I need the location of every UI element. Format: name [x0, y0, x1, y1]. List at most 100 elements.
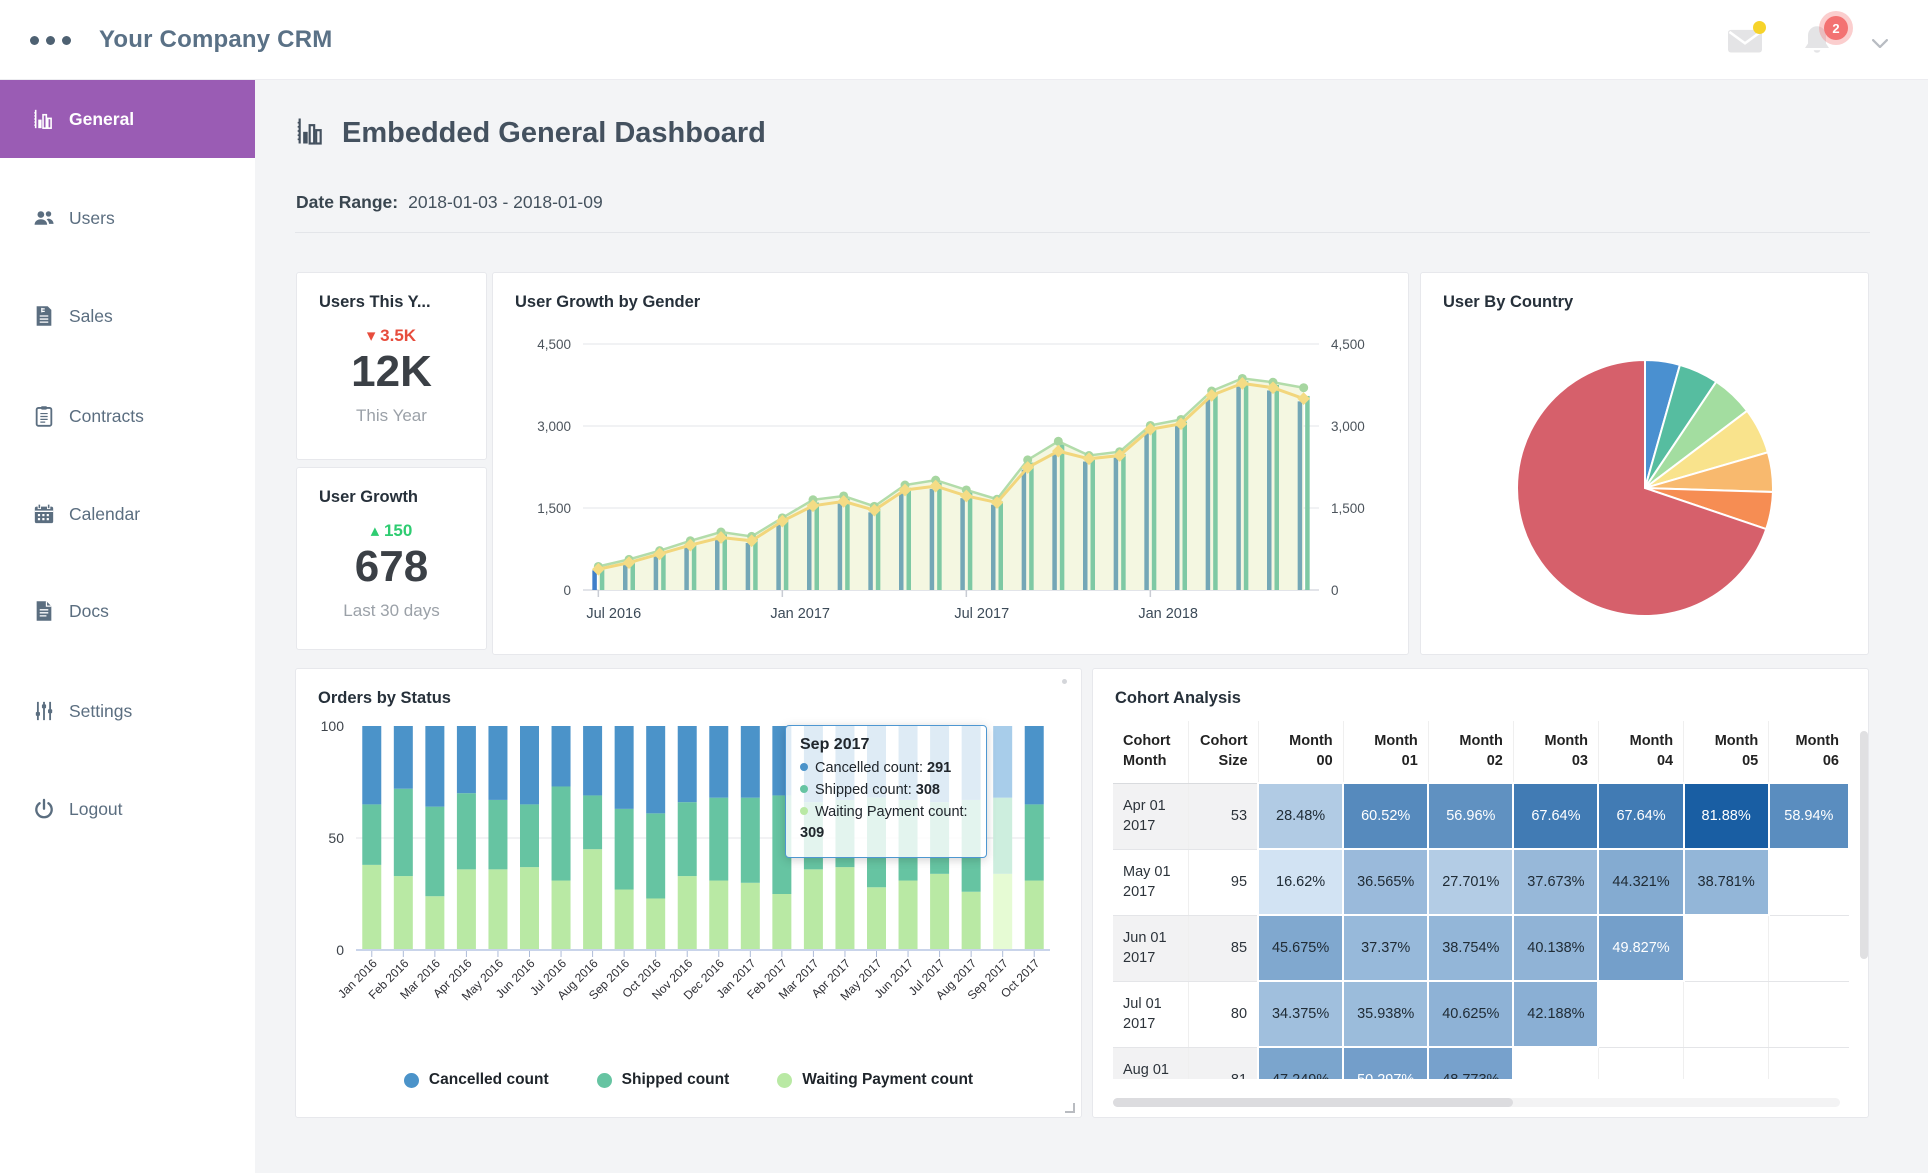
stat-caption: This Year [297, 406, 486, 426]
user-by-country-pie-chart[interactable] [1430, 316, 1860, 646]
cohort-value-cell: 45.675% [1258, 915, 1343, 981]
legend-item-cancelled-count[interactable]: Cancelled count [404, 1071, 549, 1089]
svg-text:4,500: 4,500 [1331, 337, 1365, 352]
cohort-row: Aug 01 20178147.249%50.297%48.773% [1113, 1047, 1849, 1079]
cohort-column-header: Month 04 [1598, 721, 1683, 783]
cohort-value-cell: 50.297% [1343, 1047, 1428, 1079]
cohort-value-cell [1684, 981, 1769, 1047]
cohort-value-cell [1769, 849, 1849, 915]
user-by-country-card: User By Country [1420, 272, 1869, 655]
cohort-value-cell: 58.94% [1769, 783, 1849, 849]
cohort-row: Apr 01 20175328.48%60.52%56.96%67.64%67.… [1113, 783, 1849, 849]
settings-icon [33, 700, 55, 722]
date-range-label: Date Range: [296, 192, 398, 212]
tooltip-title: Sep 2017 [800, 736, 972, 754]
cohort-month-cell: Jun 01 2017 [1113, 915, 1188, 981]
vertical-scrollbar[interactable] [1860, 713, 1868, 1079]
svg-text:50: 50 [328, 830, 344, 846]
cohort-size-cell: 85 [1188, 915, 1258, 981]
cohort-size-cell: 81 [1188, 1047, 1258, 1079]
legend-item-waiting-payment-count[interactable]: Waiting Payment count [777, 1071, 973, 1089]
cohort-table: Cohort MonthCohort SizeMonth 00Month 01M… [1113, 721, 1850, 1079]
contracts-icon [33, 405, 55, 427]
cohort-column-header: Month 05 [1684, 721, 1769, 783]
chart-title: Cohort Analysis [1093, 669, 1868, 708]
cohort-month-cell: Aug 01 2017 [1113, 1047, 1188, 1079]
cohort-analysis-card: Cohort Analysis Cohort MonthCohort SizeM… [1092, 668, 1869, 1118]
orders-by-status-card: Orders by Status 100500Jan 2016Feb 2016M… [295, 668, 1082, 1118]
cohort-value-cell [1684, 915, 1769, 981]
user-menu-chevron-icon[interactable] [1872, 35, 1888, 45]
date-range: Date Range: 2018-01-03 - 2018-01-09 [296, 192, 603, 213]
app-header: Your Company CRM 2 [0, 0, 1928, 80]
svg-text:Jan 2017: Jan 2017 [770, 606, 830, 622]
sidebar-item-logout[interactable]: Logout [0, 786, 255, 832]
stat-card-user-growth: User Growth ▴ 150 678 Last 30 days [296, 467, 487, 650]
notification-count-badge: 2 [1824, 16, 1848, 40]
cohort-size-cell: 95 [1188, 849, 1258, 915]
tooltip-item: Shipped count: 308 [800, 780, 972, 802]
cohort-column-header: Month 00 [1258, 721, 1343, 783]
cohort-value-cell: 49.827% [1598, 915, 1683, 981]
cohort-value-cell: 38.754% [1428, 915, 1513, 981]
sidebar-item-label: Users [69, 208, 115, 229]
bar-chart-icon [33, 108, 55, 130]
cohort-value-cell [1769, 915, 1849, 981]
resize-handle[interactable] [1065, 1103, 1075, 1113]
cohort-column-header: Month 06 [1769, 721, 1849, 783]
sales-icon [33, 305, 55, 327]
sidebar: General Users Sales Contracts Calendar Docs Se… [0, 80, 255, 1173]
mail-icon[interactable] [1728, 27, 1762, 53]
svg-text:3,000: 3,000 [537, 419, 571, 434]
sidebar-item-general[interactable]: General [0, 80, 255, 158]
cohort-column-header: Month 02 [1428, 721, 1513, 783]
sidebar-item-calendar[interactable]: Calendar [0, 491, 255, 537]
cohort-table-container: Cohort MonthCohort SizeMonth 00Month 01M… [1113, 721, 1850, 1079]
cohort-column-header: Cohort Month [1113, 721, 1188, 783]
cohort-value-cell: 81.88% [1684, 783, 1769, 849]
sidebar-item-label: General [69, 109, 134, 130]
cohort-value-cell: 35.938% [1343, 981, 1428, 1047]
main-content: Embedded General Dashboard Date Range: 20… [255, 80, 1928, 1173]
cohort-value-cell: 40.625% [1428, 981, 1513, 1047]
svg-text:Jul 2017: Jul 2017 [954, 606, 1009, 622]
page-title: Embedded General Dashboard [342, 117, 766, 150]
stat-card-users-this-year: Users This Y... ▾ 3.5K 12K This Year [296, 272, 487, 460]
cohort-month-cell: Apr 01 2017 [1113, 783, 1188, 849]
date-range-value: 2018-01-03 - 2018-01-09 [408, 192, 603, 212]
card-options-icon[interactable] [1062, 679, 1067, 684]
chart-tooltip: Sep 2017Cancelled count: 291Shipped coun… [785, 725, 987, 858]
sidebar-item-contracts[interactable]: Contracts [0, 393, 255, 439]
user-growth-by-gender-chart[interactable]: 4,5004,5003,0003,0001,5001,50000Jul 2016… [509, 318, 1389, 644]
cohort-value-cell: 34.375% [1258, 981, 1343, 1047]
chart-title: Orders by Status [296, 669, 1081, 708]
cohort-value-cell: 67.64% [1513, 783, 1598, 849]
logout-icon [33, 798, 55, 820]
cohort-column-header: Month 01 [1343, 721, 1428, 783]
menu-icon[interactable] [30, 36, 71, 45]
cohort-value-cell: 36.565% [1343, 849, 1428, 915]
legend-item-shipped-count[interactable]: Shipped count [597, 1071, 730, 1089]
chart-title: User Growth by Gender [493, 273, 1408, 312]
sidebar-item-label: Contracts [69, 406, 144, 427]
svg-text:0: 0 [336, 942, 344, 958]
sidebar-item-label: Docs [69, 601, 109, 622]
sidebar-item-docs[interactable]: Docs [0, 588, 255, 634]
svg-text:0: 0 [1331, 583, 1339, 598]
sidebar-item-sales[interactable]: Sales [0, 293, 255, 339]
cohort-value-cell: 42.188% [1513, 981, 1598, 1047]
cohort-value-cell [1598, 1047, 1683, 1079]
dashboard-icon [296, 116, 326, 151]
notifications-bell-icon[interactable]: 2 [1802, 24, 1832, 56]
users-icon [33, 207, 55, 229]
cohort-row: May 01 20179516.62%36.565%27.701%37.673%… [1113, 849, 1849, 915]
svg-text:1,500: 1,500 [537, 501, 571, 516]
sidebar-item-settings[interactable]: Settings [0, 688, 255, 734]
cohort-value-cell: 44.321% [1598, 849, 1683, 915]
sidebar-item-users[interactable]: Users [0, 195, 255, 241]
stat-caption: Last 30 days [297, 601, 486, 621]
horizontal-scrollbar[interactable] [1113, 1098, 1840, 1107]
stat-delta: ▴ 150 [297, 521, 486, 541]
sidebar-item-label: Sales [69, 306, 113, 327]
cohort-value-cell: 37.37% [1343, 915, 1428, 981]
